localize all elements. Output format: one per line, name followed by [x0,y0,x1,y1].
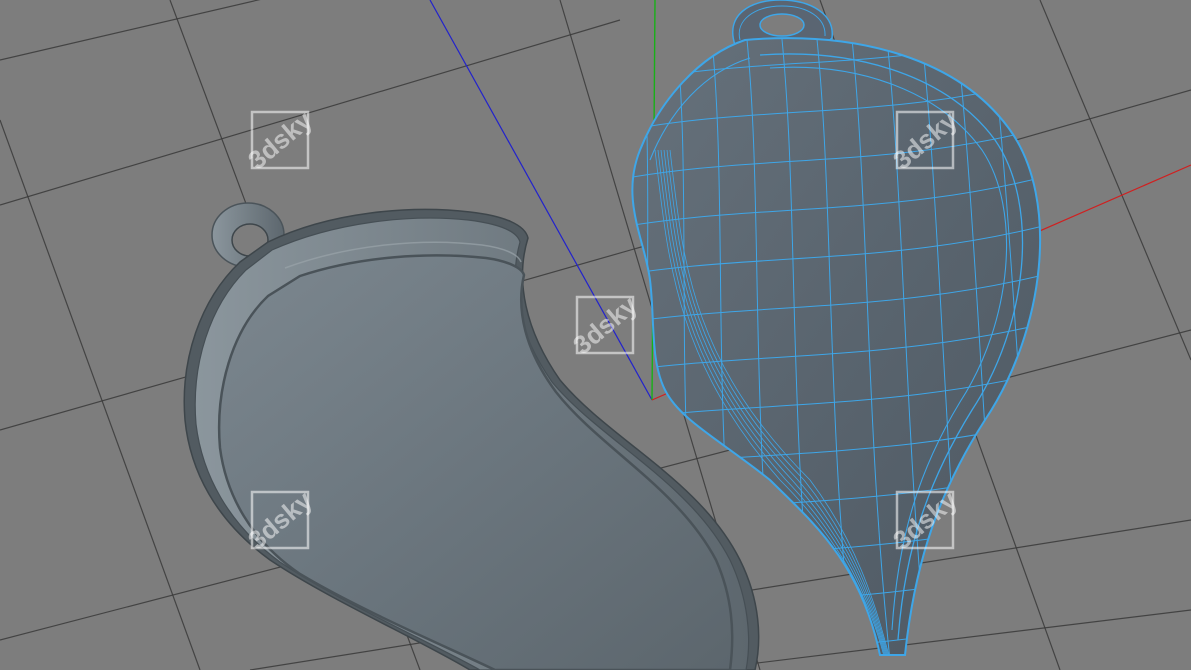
grid-line [0,19,621,206]
grid-line [0,119,201,670]
watermark: 3dsky [567,289,643,360]
3d-viewport[interactable]: 3dsky 3dsky 3dsky 3dsky 3dsky [0,0,1191,670]
grid-line [1039,0,1191,361]
wire-edge [632,38,1041,41]
wireframe-pendant-bail-hole [759,13,805,37]
grid-line [699,609,1191,670]
viewport-canvas[interactable]: 3dsky3dsky3dsky3dsky3dsky [0,0,1191,670]
grid-line [0,0,261,61]
wire-edge [1024,38,1041,655]
watermark: 3dsky [242,104,318,175]
